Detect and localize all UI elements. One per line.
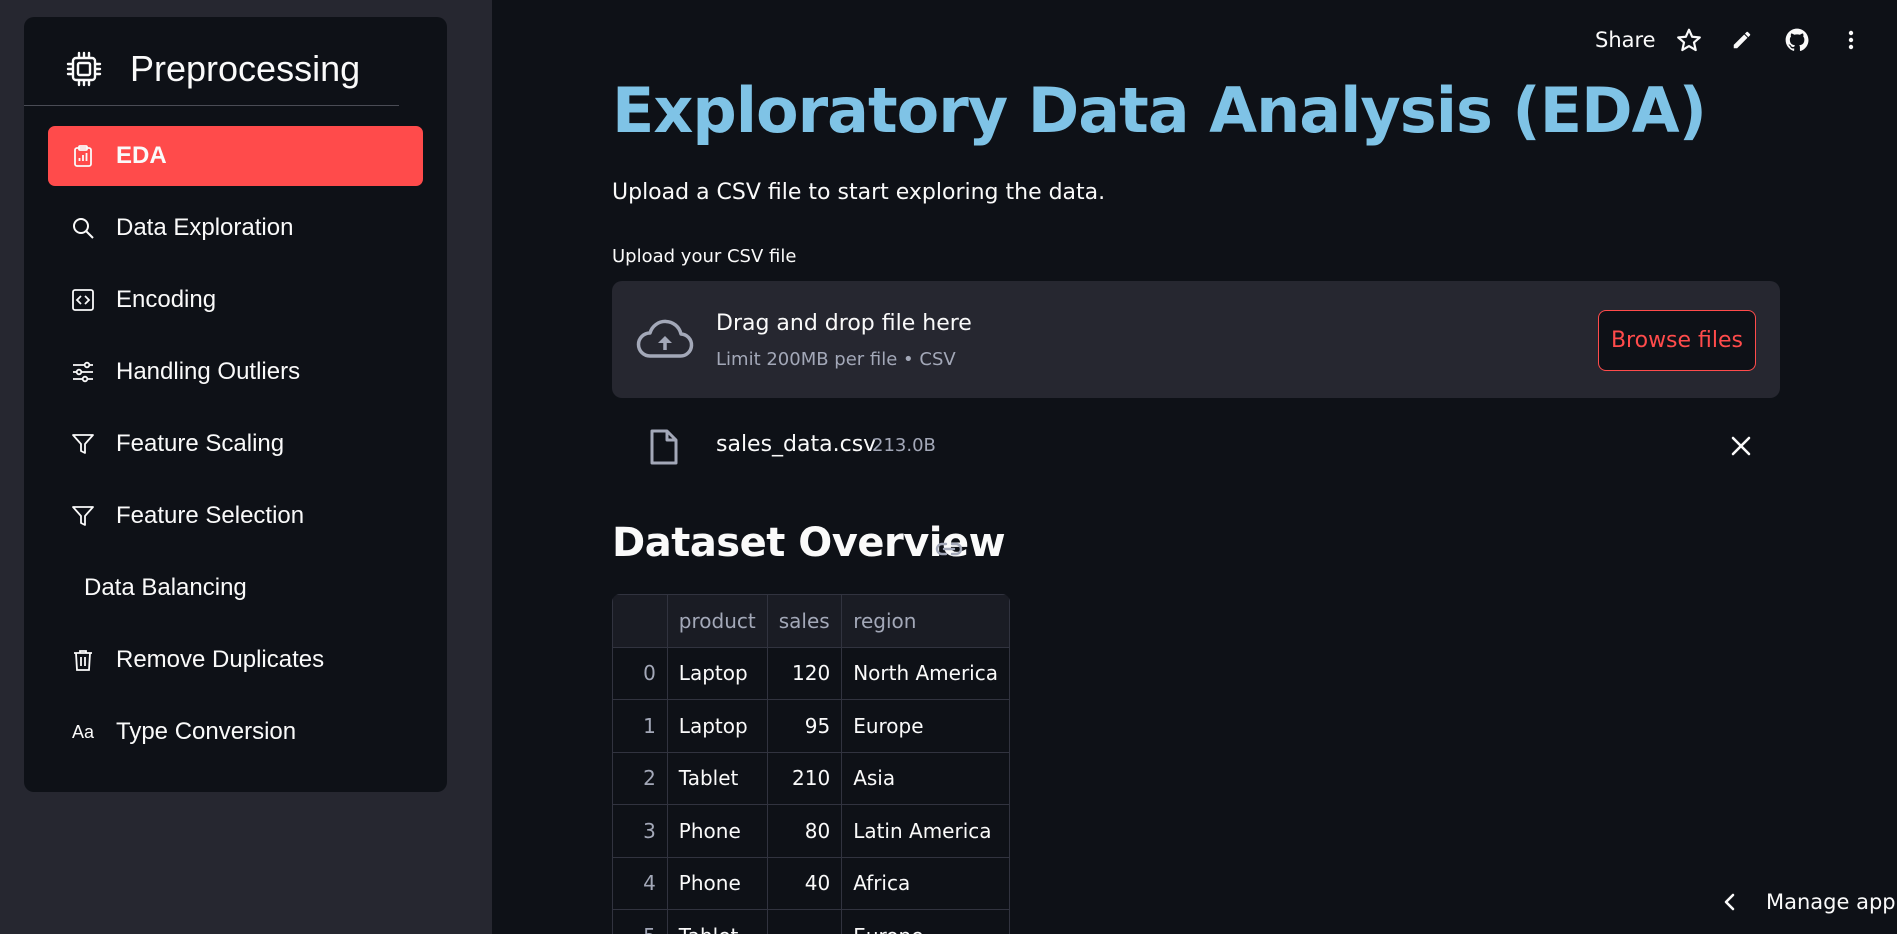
- table-row: 5 Tablet Europe: [612, 909, 1010, 934]
- sliders-icon: [70, 359, 96, 385]
- menu-item-type-conversion[interactable]: Aa Type Conversion: [48, 702, 423, 762]
- table-cell[interactable]: 80: [766, 804, 843, 858]
- menu-item-label: Remove Duplicates: [116, 646, 325, 673]
- row-index: 1: [612, 699, 668, 753]
- table-cell[interactable]: [766, 909, 843, 934]
- upload-label: Upload your CSV file: [612, 246, 797, 267]
- link-icon[interactable]: [935, 535, 963, 563]
- cpu-icon: [66, 51, 102, 87]
- dropzone-title: Drag and drop file here: [716, 311, 972, 336]
- file-dropzone[interactable]: Drag and drop file here Limit 200MB per …: [612, 281, 1780, 398]
- table-cell[interactable]: 40: [766, 856, 843, 910]
- star-icon[interactable]: [1676, 22, 1702, 58]
- table-cell[interactable]: Africa: [841, 856, 1010, 910]
- column-header[interactable]: region: [841, 594, 1010, 648]
- menu-item-eda[interactable]: EDA: [48, 126, 423, 186]
- table-cell[interactable]: Laptop: [666, 699, 768, 753]
- clipboard-data-icon: [70, 143, 96, 169]
- row-index: 5: [612, 909, 668, 934]
- table-row: 2 Tablet 210 Asia: [612, 751, 1010, 805]
- intro-text: Upload a CSV file to start exploring the…: [612, 180, 1106, 205]
- search-icon: [70, 215, 96, 241]
- code-square-icon: [70, 287, 96, 313]
- row-index: 4: [612, 856, 668, 910]
- menu-header: Preprocessing: [24, 30, 399, 106]
- table-cell[interactable]: Latin America: [841, 804, 1010, 858]
- column-header[interactable]: sales: [766, 594, 843, 648]
- table-cell[interactable]: Tablet: [666, 909, 768, 934]
- dropzone-limit: Limit 200MB per file • CSV: [716, 349, 956, 370]
- menu-item-encoding[interactable]: Encoding: [48, 270, 423, 330]
- uploaded-file: sales_data.csv 213.0B: [612, 420, 1780, 472]
- menu-item-feature-scaling[interactable]: Feature Scaling: [48, 414, 423, 474]
- menu-item-remove-duplicates[interactable]: Remove Duplicates: [48, 630, 423, 690]
- menu-item-label: EDA: [116, 142, 167, 169]
- column-header[interactable]: product: [666, 594, 768, 648]
- edit-icon[interactable]: [1731, 22, 1753, 58]
- table-row: 3 Phone 80 Latin America: [612, 804, 1010, 858]
- cloud-upload-icon: [636, 319, 694, 358]
- browse-files-button[interactable]: Browse files: [1598, 310, 1756, 371]
- dataframe[interactable]: product sales region 0 Laptop 120 North …: [612, 594, 1010, 934]
- row-index: 2: [612, 751, 668, 805]
- menu-item-label: Feature Scaling: [116, 430, 285, 457]
- menu-item-data-exploration[interactable]: Data Exploration: [48, 198, 423, 258]
- table-row: 4 Phone 40 Africa: [612, 856, 1010, 910]
- table-cell[interactable]: 210: [766, 751, 843, 805]
- menu-item-label: Data Exploration: [116, 214, 294, 241]
- table-row: 0 Laptop 120 North America: [612, 646, 1010, 700]
- manage-app-label: Manage app: [1766, 890, 1896, 914]
- file-icon: [650, 429, 678, 465]
- table-header-row: product sales region: [612, 594, 1010, 648]
- funnel-icon: [70, 503, 96, 529]
- chevron-left-icon: [1724, 893, 1735, 911]
- share-button[interactable]: Share: [1595, 22, 1656, 58]
- table-cell[interactable]: Tablet: [666, 751, 768, 805]
- trash-icon: [70, 647, 96, 673]
- file-size: 213.0B: [872, 435, 936, 456]
- table-cell[interactable]: 95: [766, 699, 843, 753]
- column-header[interactable]: [612, 594, 668, 648]
- aa-icon: Aa: [71, 721, 95, 742]
- file-name: sales_data.csv: [716, 432, 877, 457]
- manage-app-button[interactable]: Manage app: [1720, 884, 1896, 920]
- table-cell[interactable]: Laptop: [666, 646, 768, 700]
- menu-item-label: Handling Outliers: [116, 358, 301, 385]
- menu-title: Preprocessing: [130, 48, 361, 89]
- table-cell[interactable]: Asia: [841, 751, 1010, 805]
- menu-item-data-balancing[interactable]: Data Balancing: [48, 558, 423, 618]
- table-row: 1 Laptop 95 Europe: [612, 699, 1010, 753]
- menu-item-feature-selection[interactable]: Feature Selection: [48, 486, 423, 546]
- row-index: 0: [612, 646, 668, 700]
- menu-item-label: Encoding: [116, 286, 217, 313]
- row-index: 3: [612, 804, 668, 858]
- menu-item-label: Type Conversion: [116, 718, 297, 745]
- github-icon[interactable]: [1784, 22, 1810, 58]
- menu-item-label: Feature Selection: [116, 502, 305, 529]
- menu-item-label: Data Balancing: [84, 574, 247, 601]
- more-vert-icon[interactable]: [1839, 22, 1863, 58]
- table-cell[interactable]: Phone: [666, 856, 768, 910]
- table-cell[interactable]: 120: [766, 646, 843, 700]
- table-cell[interactable]: Europe: [841, 699, 1010, 753]
- table-cell[interactable]: Phone: [666, 804, 768, 858]
- menu-item-handling-outliers[interactable]: Handling Outliers: [48, 342, 423, 402]
- table-cell[interactable]: North America: [841, 646, 1010, 700]
- close-icon[interactable]: [1729, 434, 1753, 458]
- table-cell[interactable]: Europe: [841, 909, 1010, 934]
- page-title: Exploratory Data Analysis (EDA): [612, 74, 1707, 147]
- funnel-icon: [70, 431, 96, 457]
